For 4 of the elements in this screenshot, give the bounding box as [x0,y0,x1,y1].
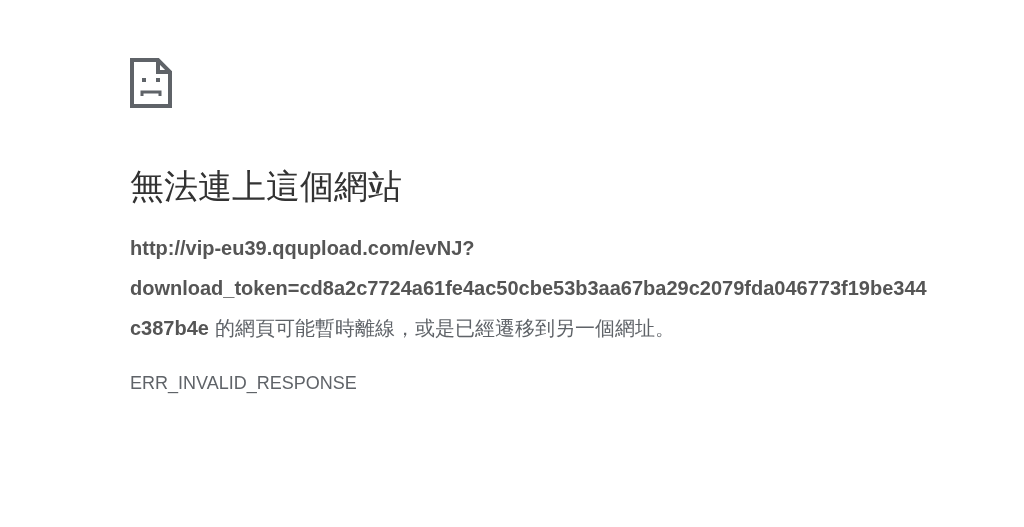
error-code: ERR_INVALID_RESPONSE [130,372,358,396]
error-message: http://vip-eu39.qqupload.com/evNJ?download_token=cd8a2c7724a61fe4ac50cbe53b3aa67ba29c2079fda046773f19be344c387b4e 的網頁可能暫時離線，或是已經遷移到另一個網址。 [130,236,928,341]
sad-page-icon [130,58,172,108]
error-heading: 無法連上這個網站 [130,166,403,207]
